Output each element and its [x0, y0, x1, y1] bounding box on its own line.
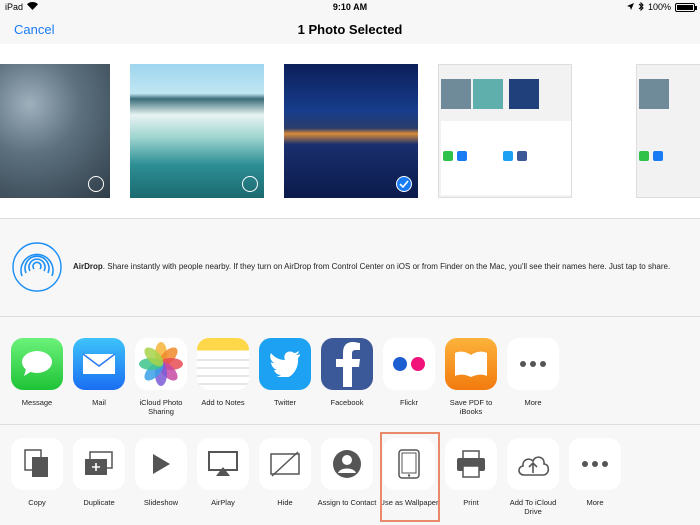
action-label: Copy [28, 498, 46, 507]
status-bar: iPad 9:10 AM 100% [0, 0, 700, 14]
battery-percent: 100% [647, 2, 671, 12]
notes-icon [197, 338, 249, 390]
airplay-icon [197, 438, 249, 490]
play-icon [135, 438, 187, 490]
share-label: Twitter [273, 398, 297, 407]
action-slideshow[interactable]: Slideshow [130, 426, 192, 507]
share-label: Flickr [400, 398, 418, 407]
airdrop-description-text: . Share instantly with people nearby. If… [102, 262, 671, 271]
twitter-icon [259, 338, 311, 390]
airdrop-description: AirDrop. Share instantly with people nea… [73, 262, 670, 271]
share-icloud-photo[interactable]: iCloud Photo Sharing [130, 330, 192, 416]
action-label: AirPlay [211, 498, 235, 507]
actions-row: Copy Duplicate Slideshow AirPlay Hide As… [0, 426, 700, 525]
printer-icon [445, 438, 497, 490]
device-name: iPad [5, 2, 24, 12]
share-message[interactable]: Message [6, 330, 68, 407]
action-label: Print [463, 498, 479, 507]
share-label: More [524, 398, 542, 407]
action-assign-contact[interactable]: Assign to Contact [316, 426, 378, 507]
action-label: Hide [277, 498, 293, 507]
nav-bar: Cancel 1 Photo Selected [0, 14, 700, 44]
bluetooth-icon [638, 1, 644, 13]
action-label: Slideshow [143, 498, 179, 507]
ibooks-icon [445, 338, 497, 390]
facebook-icon [321, 338, 373, 390]
share-flickr[interactable]: Flickr [378, 330, 440, 407]
duplicate-icon [73, 438, 125, 490]
action-label: More [586, 498, 604, 507]
unselected-circle-icon[interactable] [88, 176, 104, 192]
photo-strip[interactable] [0, 44, 700, 219]
share-label: Message [21, 398, 53, 407]
checkmark-icon[interactable] [396, 176, 412, 192]
share-label: Mail [92, 398, 106, 407]
photo-thumbnail-screenshot[interactable] [438, 64, 572, 198]
photo-thumbnail-screenshot[interactable] [636, 64, 700, 198]
more-icon [507, 338, 559, 390]
hide-icon [259, 438, 311, 490]
copy-icon [11, 438, 63, 490]
share-twitter[interactable]: Twitter [254, 330, 316, 407]
action-hide[interactable]: Hide [254, 426, 316, 507]
cancel-button[interactable]: Cancel [14, 22, 54, 37]
airdrop-section: AirDrop. Share instantly with people nea… [0, 220, 700, 317]
airdrop-title: AirDrop [73, 262, 103, 271]
airdrop-icon [12, 242, 62, 292]
location-icon [626, 2, 634, 12]
battery-icon [675, 2, 697, 12]
share-mail[interactable]: Mail [68, 330, 130, 407]
wifi-icon [27, 2, 39, 12]
share-apps-row: Message Mail iCloud Photo Sharing Add to… [0, 330, 700, 425]
action-label: Duplicate [83, 498, 115, 507]
share-ibooks[interactable]: Save PDF to iBooks [440, 330, 502, 416]
contact-icon [321, 438, 373, 490]
action-more[interactable]: More [564, 426, 626, 507]
page-title: 1 Photo Selected [297, 21, 403, 37]
action-copy[interactable]: Copy [6, 426, 68, 507]
icloud-upload-icon [507, 438, 559, 490]
action-add-icloud-drive[interactable]: Add To iCloud Drive [502, 426, 564, 516]
mail-icon [73, 338, 125, 390]
photo-thumbnail[interactable] [130, 64, 264, 198]
share-label: Save PDF to iBooks [449, 398, 493, 416]
share-label: Facebook [330, 398, 364, 407]
selection-highlight [380, 432, 440, 522]
action-print[interactable]: Print [440, 426, 502, 507]
share-label: iCloud Photo Sharing [139, 398, 183, 416]
messages-icon [11, 338, 63, 390]
share-more[interactable]: More [502, 330, 564, 407]
share-label: Add to Notes [201, 398, 245, 407]
flickr-icon [383, 338, 435, 390]
action-label: Add To iCloud Drive [509, 498, 557, 516]
photos-icon [135, 338, 187, 390]
share-notes[interactable]: Add to Notes [192, 330, 254, 407]
photo-thumbnail[interactable] [0, 64, 110, 198]
share-facebook[interactable]: Facebook [316, 330, 378, 407]
more-icon [569, 438, 621, 490]
action-label: Assign to Contact [317, 498, 377, 507]
unselected-circle-icon[interactable] [242, 176, 258, 192]
action-airplay[interactable]: AirPlay [192, 426, 254, 507]
action-duplicate[interactable]: Duplicate [68, 426, 130, 507]
clock: 9:10 AM [332, 2, 368, 12]
photo-thumbnail[interactable] [284, 64, 418, 198]
